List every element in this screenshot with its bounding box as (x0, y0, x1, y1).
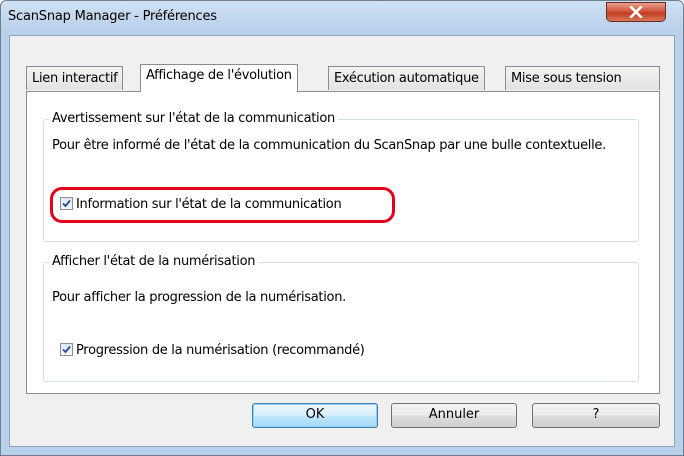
tab-execution-automatique[interactable]: Exécution automatique (328, 66, 485, 90)
scanning-checkbox-row[interactable]: Progression de la numérisation (recomman… (60, 343, 365, 358)
group-legend: Afficher l'état de la numérisation (49, 254, 259, 269)
communication-group: Avertissement sur l'état de la communica… (43, 111, 639, 242)
tab-label: Affichage de l'évolution (146, 68, 292, 83)
cancel-button[interactable]: Annuler (391, 403, 517, 428)
tab-mise-sous-tension[interactable]: Mise sous tension (505, 66, 660, 90)
scanning-checkbox-label: Progression de la numérisation (recomman… (76, 343, 365, 358)
tab-panel: Avertissement sur l'état de la communica… (26, 91, 660, 394)
checkmark-icon (62, 345, 71, 354)
tab-label: Lien interactif (32, 71, 118, 86)
tab-label: Exécution automatique (334, 71, 479, 86)
scanning-checkbox[interactable] (60, 343, 73, 356)
close-icon (629, 6, 643, 18)
help-button[interactable]: ? (532, 403, 660, 428)
window-title: ScanSnap Manager - Préférences (8, 9, 217, 24)
ok-button[interactable]: OK (252, 403, 378, 428)
tab-lien-interactif[interactable]: Lien interactif (26, 66, 124, 90)
close-button[interactable] (606, 2, 666, 22)
group-legend: Avertissement sur l'état de la communica… (49, 111, 338, 126)
highlight-annotation (50, 187, 395, 223)
dialog-client-area: Lien interactif Affichage de l'évolution… (9, 35, 675, 447)
tab-label: Mise sous tension (511, 71, 622, 86)
scanning-group: Afficher l'état de la numérisation Pour … (43, 254, 639, 382)
preferences-window: ScanSnap Manager - Préférences Lien inte… (0, 0, 684, 456)
communication-description: Pour être informé de l'état de la commun… (52, 138, 606, 153)
tab-affichage-evolution[interactable]: Affichage de l'évolution (140, 64, 298, 92)
scanning-description: Pour afficher la progression de la numér… (52, 290, 346, 305)
title-bar[interactable]: ScanSnap Manager - Préférences (1, 1, 683, 35)
